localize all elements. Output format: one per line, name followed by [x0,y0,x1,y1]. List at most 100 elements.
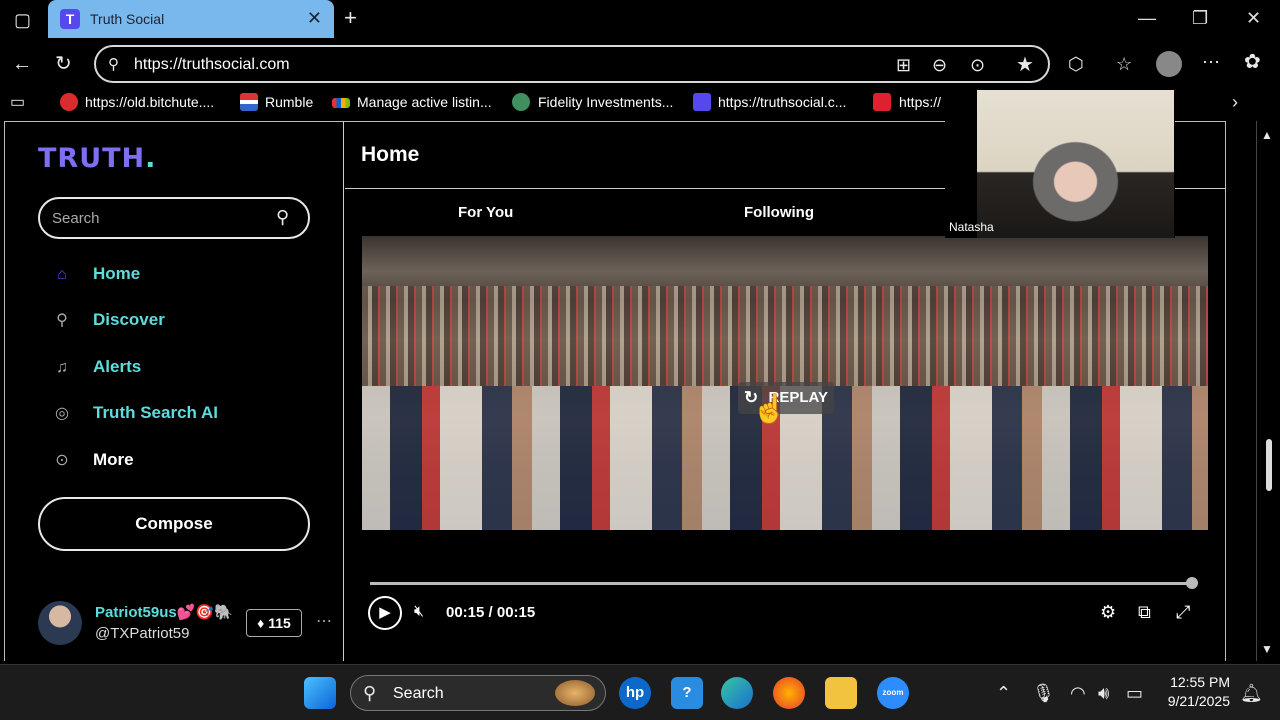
nav-label: Discover [93,310,165,329]
progress-knob[interactable] [1186,577,1198,589]
bookmark-label[interactable]: Rumble [265,94,313,110]
mute-icon[interactable]: 🔇︎ [414,603,424,621]
search-icon: ⚲ [56,312,68,329]
battery-icon[interactable]: ▭ [1126,683,1143,703]
zoom-icon[interactable]: zoom [877,677,909,709]
url-text[interactable]: https://truthsocial.com [134,56,290,74]
video-player[interactable]: ↻ REPLAY ☝ ▶ 🔇︎ 00:15 / 00:15 ⚙ ⧉ ⤢ [362,236,1208,636]
hand-cursor-icon: ☝ [752,393,787,424]
wifi-icon[interactable]: ◠ [1070,683,1086,703]
favorites-icon[interactable]: ☆ [1116,54,1132,74]
close-window-button[interactable]: ✕ [1246,8,1261,29]
profile-display-name[interactable]: Patriot59us💕🎯🐘 [95,603,233,621]
bookmarks-overflow-chevron-icon[interactable]: › [1232,92,1238,112]
video-crowd-background [362,286,1208,386]
logo-dot: . [145,143,157,174]
volume-icon[interactable]: 🔊︎ [1098,683,1109,703]
taskbar-clock[interactable]: 12:55 PM 9/21/2025 [1160,673,1230,711]
bell-icon: ♫ [56,359,68,376]
new-tab-button[interactable]: + [344,7,357,29]
scroll-up-icon[interactable]: ▲ [1261,125,1273,145]
profile-more-icon[interactable]: ⋯ [316,611,332,631]
scrollbar-thumb[interactable] [1266,439,1272,491]
favorite-star-icon[interactable]: ★ [1016,55,1034,75]
microphone-icon[interactable]: 🎙︎ [1032,683,1055,703]
hp-icon[interactable]: hp [619,677,651,709]
profile-card[interactable]: Patriot59us💕🎯🐘 @TXPatriot59 ♦ 115 ⋯ [38,601,338,647]
start-windows-icon[interactable] [304,677,336,709]
notification-bell-icon[interactable]: 🔔︎ [1240,683,1263,703]
status-badge[interactable]: ♦ 115 [246,609,302,637]
ebay-icon [332,98,350,108]
firefox-icon[interactable] [773,677,805,709]
fullscreen-icon[interactable]: ⤢ [1176,602,1190,623]
settings-more-icon[interactable]: ⋯ [1202,52,1220,72]
search-input[interactable] [52,208,262,228]
flag-icon [240,93,258,111]
settings-gear-icon[interactable]: ⚙ [1100,602,1116,623]
bookmark-label[interactable]: Manage active listin... [357,94,492,110]
picture-in-picture-icon[interactable]: ⧉ [1138,602,1151,623]
participant-name: Natasha [949,220,994,234]
fidelity-icon [512,93,530,111]
site-info-icon[interactable]: ⚲ [108,55,119,75]
tab-for-you[interactable]: For You [458,204,513,221]
truth-icon [693,93,711,111]
search-icon: ⚲ [363,683,377,703]
refresh-icon[interactable]: ↻ [55,54,72,74]
ai-icon: ◎ [55,405,69,422]
progress-fill [370,582,1192,585]
restore-button[interactable]: ❐ [1192,8,1208,29]
tab-close-icon[interactable]: ✕ [307,8,322,29]
compose-button[interactable]: Compose [38,497,310,551]
nav-label: More [93,450,134,469]
bookmarks-menu-icon[interactable]: ▭ [10,93,25,113]
participant-camera [977,90,1174,238]
truth-logo[interactable]: TRUTH. [38,143,156,174]
minimize-button[interactable]: — [1138,8,1156,29]
page-scrollbar[interactable]: ▲ ▼ [1256,121,1280,661]
bookmark-label[interactable]: https://old.bitchute.... [85,94,214,110]
search-box[interactable]: ⚲ [38,197,310,239]
avatar[interactable] [38,601,82,645]
profile-handle: @TXPatriot59 [95,625,190,642]
address-bar[interactable]: ⚲ https://truthsocial.com ⊞ ⊖ ⊙ ★ [94,45,1050,83]
nav-label: Truth Search AI [93,403,219,422]
zoom-icon[interactable]: ⊖ [932,55,947,75]
address-row: ← ↻ ⚲ https://truthsocial.com ⊞ ⊖ ⊙ ★ ⬡ … [0,40,1280,88]
file-explorer-icon[interactable] [825,677,857,709]
browser-tab-truth-social[interactable]: T Truth Social ✕ [48,0,334,38]
show-hidden-icons-chevron-icon[interactable]: ⌃ [996,683,1011,703]
taskbar-search[interactable]: ⚲ Search [350,675,606,711]
tab-title: Truth Social [90,11,165,27]
clock-time: 12:55 PM [1170,674,1230,690]
reading-icon[interactable]: ⊙ [970,55,985,75]
bitchute-icon [60,93,78,111]
copilot-icon[interactable]: ✿ [1244,52,1261,72]
zoom-video-tile[interactable]: Natasha [945,90,1175,238]
extensions-icon[interactable]: ⬡ [1068,54,1084,74]
profile-avatar-icon[interactable] [1156,51,1182,77]
clock-date: 9/21/2025 [1167,693,1230,709]
diamond-icon: ♦ [257,615,269,631]
video-frame[interactable]: ↻ REPLAY ☝ [362,236,1208,530]
bookmark-label[interactable]: https:// [899,94,941,110]
home-icon: ⌂ [57,266,67,283]
app-available-icon[interactable]: ⊞ [896,55,911,75]
bookmark-label[interactable]: https://truthsocial.c... [718,94,846,110]
play-button[interactable]: ▶ [368,596,402,630]
scroll-down-icon[interactable]: ▼ [1261,639,1273,659]
tab-following[interactable]: Following [744,204,814,221]
gettr-icon [873,93,891,111]
bookmark-label[interactable]: Fidelity Investments... [538,94,673,110]
edge-icon[interactable] [721,677,753,709]
video-time: 00:15 / 00:15 [446,604,536,621]
more-icon: ⊙ [55,452,69,469]
video-progress-bar[interactable] [370,577,1198,589]
back-icon[interactable]: ← [12,54,32,74]
search-icon[interactable]: ⚲ [276,207,289,227]
help-icon[interactable]: ? [671,677,703,709]
logo-text: TRUTH [38,143,146,174]
tab-actions-icon[interactable]: ▢ [14,10,31,30]
sidebar: TRUTH. ⚲ ⌂ Home ⚲ Discover ♫ Alerts ◎ Tr… [4,121,344,661]
